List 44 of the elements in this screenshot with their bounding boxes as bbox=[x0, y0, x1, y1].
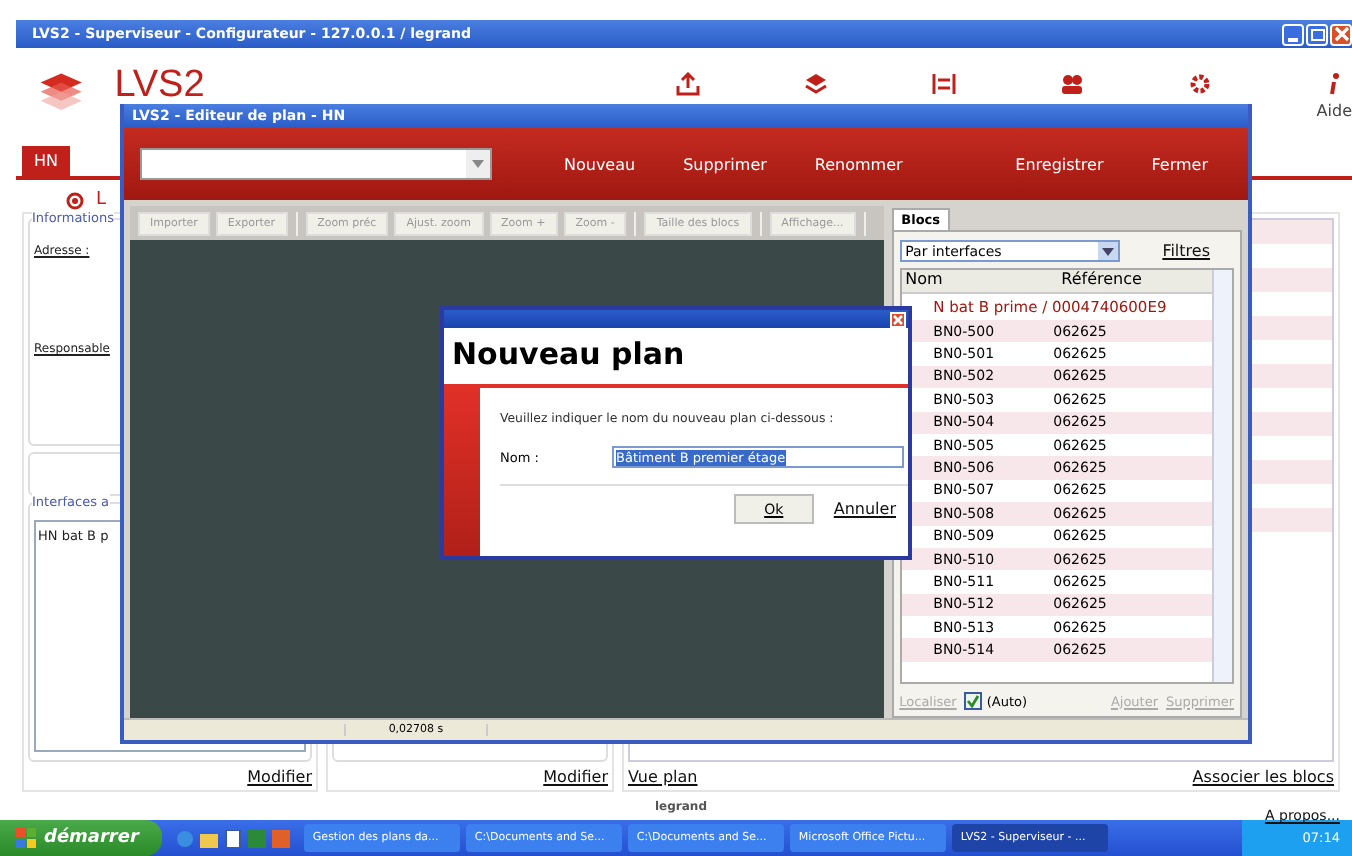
record-icon bbox=[66, 191, 84, 209]
cancel-link[interactable]: Annuler bbox=[833, 500, 896, 518]
windows-flag-icon bbox=[16, 828, 36, 848]
column-header[interactable]: Référence bbox=[1057, 270, 1142, 292]
toolbar-button[interactable]: Nouveau bbox=[540, 155, 660, 173]
toolbar-button[interactable]: Enregistrer bbox=[991, 155, 1128, 173]
plan-view-link[interactable]: Vue plan bbox=[628, 768, 698, 786]
dialog-heading: Nouveau plan bbox=[444, 328, 908, 388]
users-icon bbox=[1060, 72, 1085, 96]
sliders-icon bbox=[932, 72, 957, 96]
app-name: LVS2 bbox=[114, 64, 205, 108]
associate-link[interactable]: Associer les blocs bbox=[1192, 768, 1334, 786]
toolbar-button[interactable]: Renommer bbox=[790, 155, 927, 173]
nav-button[interactable] bbox=[1188, 72, 1213, 96]
scrollbar[interactable] bbox=[1212, 270, 1232, 682]
column-header[interactable]: Nom bbox=[901, 270, 1058, 292]
close-button[interactable] bbox=[1330, 23, 1352, 45]
nav-button[interactable] bbox=[676, 72, 701, 96]
gear-icon bbox=[1188, 72, 1213, 96]
plan-dropdown[interactable] bbox=[140, 148, 492, 180]
start-button[interactable]: démarrer bbox=[0, 820, 163, 856]
close-icon bbox=[1333, 26, 1349, 42]
nav-button[interactable] bbox=[932, 72, 957, 96]
modify-link[interactable]: Modifier bbox=[543, 768, 608, 786]
document-icon[interactable] bbox=[224, 829, 243, 847]
minimize-button[interactable] bbox=[1282, 23, 1304, 45]
section-heading: L bbox=[96, 190, 107, 210]
nav-button[interactable]: Aide bbox=[1316, 72, 1352, 120]
layers-icon bbox=[804, 72, 829, 96]
restore-icon bbox=[1309, 26, 1325, 42]
dropdown-arrow-icon bbox=[1097, 242, 1118, 260]
checkmark-icon bbox=[966, 694, 981, 708]
modify-link[interactable]: Modifier bbox=[247, 768, 312, 786]
toolbar-button[interactable]: Fermer bbox=[1127, 155, 1232, 173]
nav-button[interactable] bbox=[1060, 72, 1085, 96]
nav-button[interactable] bbox=[804, 72, 829, 96]
folder-icon[interactable] bbox=[200, 829, 219, 847]
maximize-button[interactable] bbox=[1306, 23, 1328, 45]
tray-arrow-icon bbox=[676, 72, 701, 96]
close-icon bbox=[892, 313, 904, 325]
close-button[interactable] bbox=[890, 311, 906, 327]
tab[interactable]: HN bbox=[22, 146, 70, 176]
toolbar-button[interactable]: Supprimer bbox=[659, 155, 791, 173]
filters-link[interactable]: Filtres bbox=[1162, 242, 1210, 260]
